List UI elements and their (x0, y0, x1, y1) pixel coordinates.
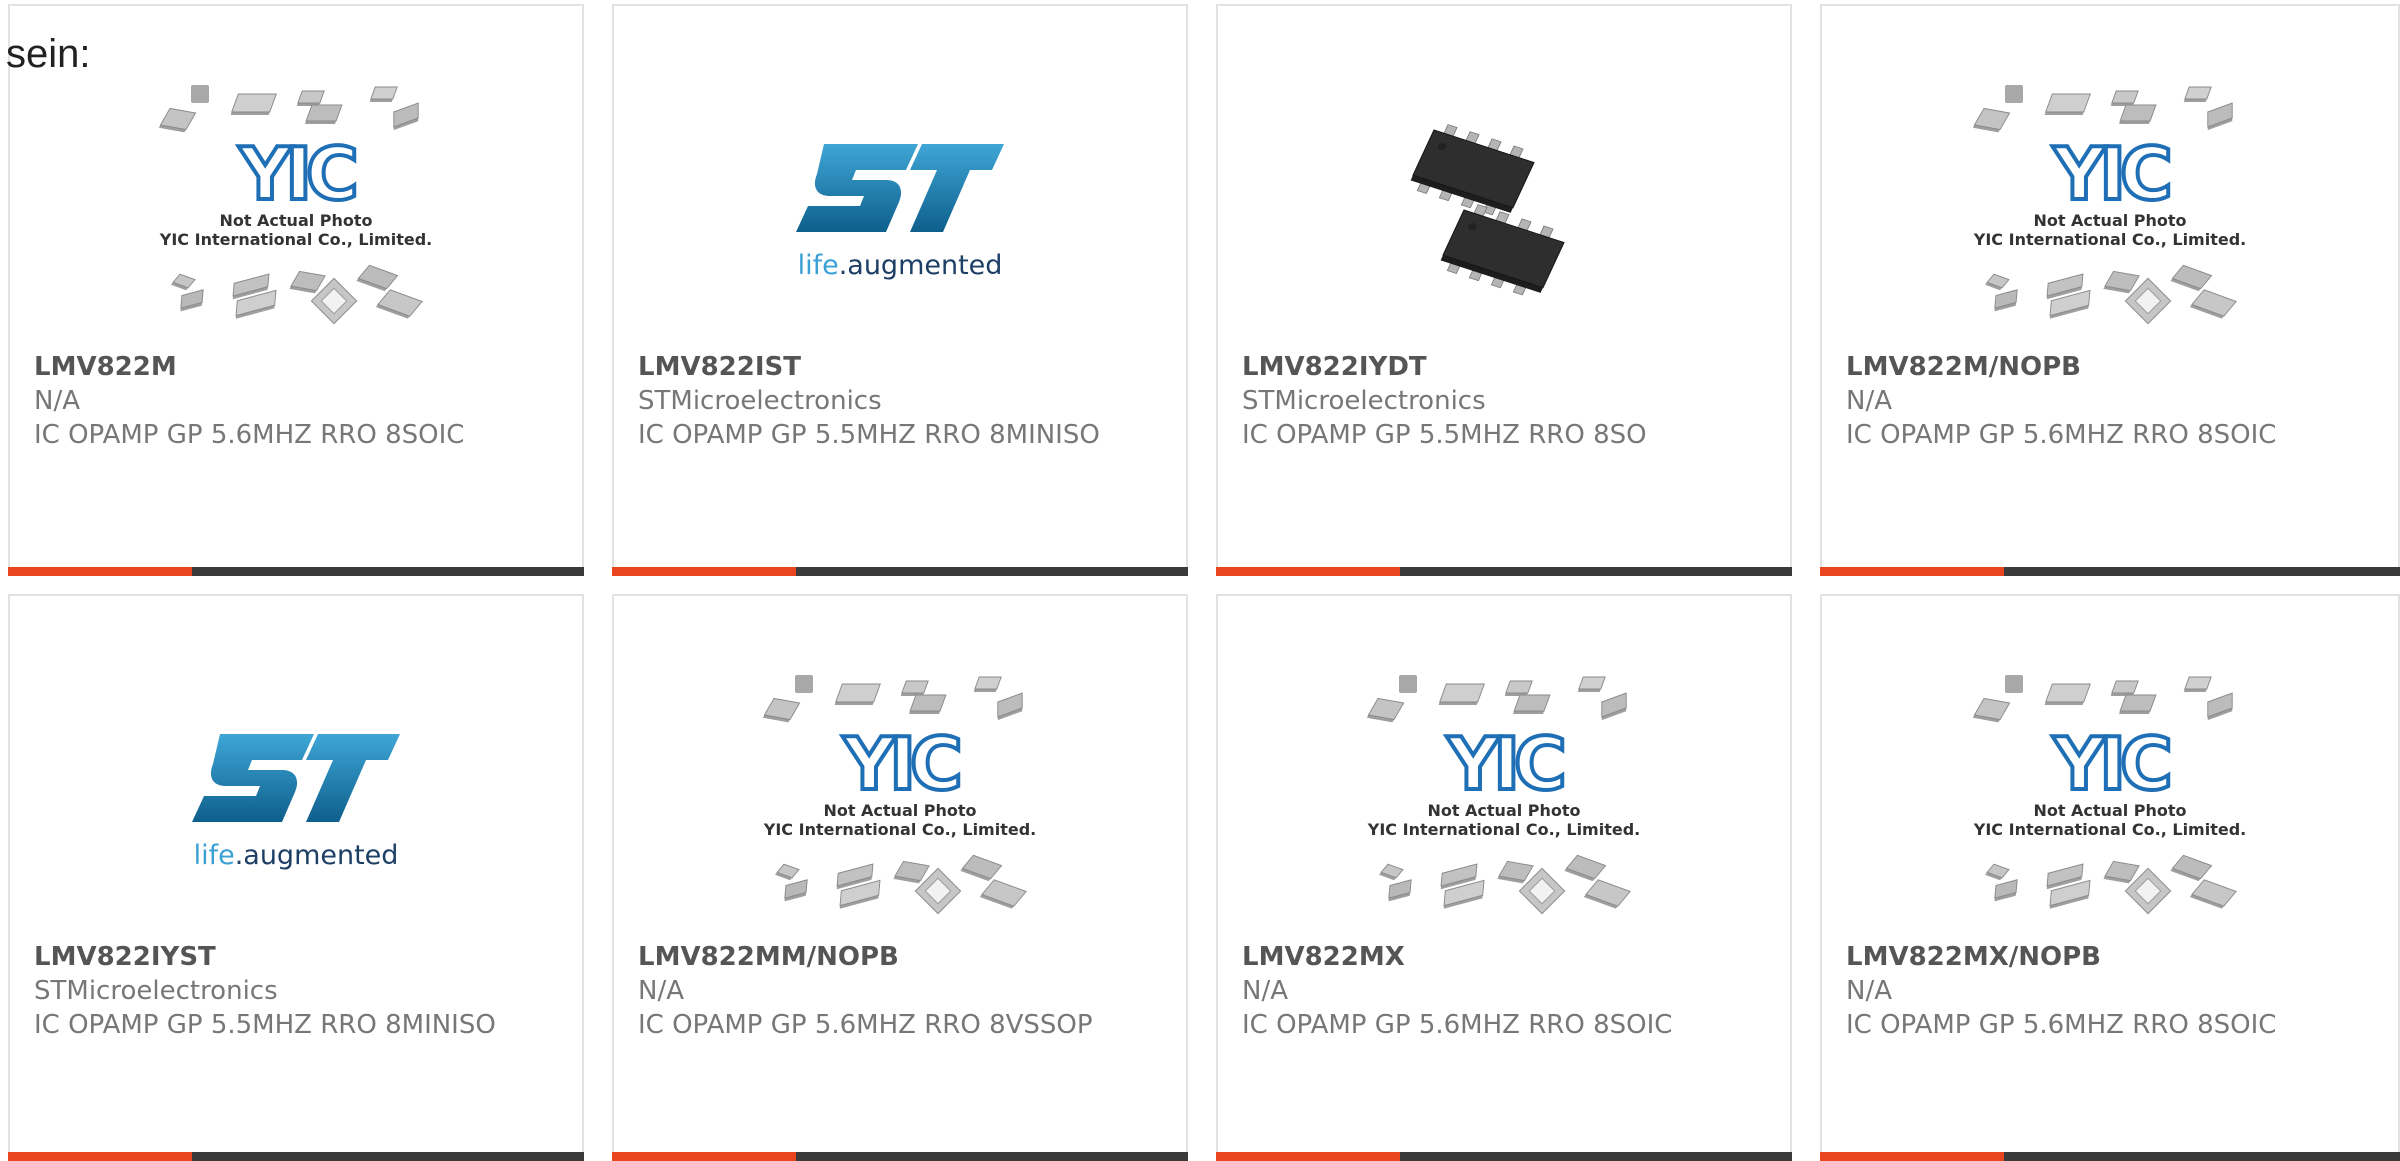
manufacturer: N/A (638, 976, 684, 1006)
part-number[interactable]: LMV822M (34, 350, 562, 384)
card-footer-bar (612, 567, 1188, 576)
yic-logo-text: YIC (842, 722, 959, 806)
card-footer-bar (1820, 567, 2400, 576)
description: IC OPAMP GP 5.6MHZ RRO 8SOIC (1846, 420, 2277, 450)
product-image: YIC Not Actual Photo YIC International Co.… (1822, 56, 2398, 356)
placeholder-line2: YIC International Co., Limited. (763, 820, 1036, 839)
manufacturer: N/A (1846, 386, 1892, 416)
placeholder-line1: Not Actual Photo (2033, 801, 2186, 820)
product-grid: YIC Not Actual Photo YIC International Co.… (0, 0, 2400, 1161)
placeholder-line1: Not Actual Photo (823, 801, 976, 820)
product-card[interactable]: life.augmented LMV822IST STMicroelectron… (612, 4, 1188, 576)
manufacturer: STMicroelectronics (34, 976, 278, 1006)
product-card[interactable]: YIC Not Actual Photo YIC International Co.… (1216, 594, 1792, 1161)
product-card[interactable]: YIC Not Actual Photo YIC International Co.… (612, 594, 1188, 1161)
yic-placeholder-icon: YICNot Actual PhotoYIC International Co.… (1973, 85, 2246, 325)
product-card[interactable]: life.augmented LMV822IYST STMicroelectro… (8, 594, 584, 1161)
part-number[interactable]: LMV822MX/NOPB (1846, 940, 2378, 974)
product-info: LMV822IYDT STMicroelectronics IC OPAMP G… (1242, 350, 1770, 452)
product-image: life.augmented (10, 646, 582, 946)
st-logo-icon: life.augmented (192, 734, 400, 871)
card-footer-bar (8, 567, 584, 576)
product-card[interactable]: YIC Not Actual Photo YIC International Co.… (8, 4, 584, 576)
st-tagline: life.augmented (194, 840, 399, 871)
description: IC OPAMP GP 5.5MHZ RRO 8MINISO (638, 420, 1100, 450)
st-tagline: life.augmented (798, 250, 1003, 281)
card-accent (612, 1152, 796, 1161)
placeholder-line2: YIC International Co., Limited. (1973, 820, 2246, 839)
card-accent (8, 567, 192, 576)
card-accent (1820, 1152, 2004, 1161)
part-number[interactable]: LMV822MX (1242, 940, 1770, 974)
card-accent (8, 1152, 192, 1161)
placeholder-line2: YIC International Co., Limited. (1973, 230, 2246, 249)
yic-placeholder-icon: YICNot Actual PhotoYIC International Co.… (1973, 675, 2246, 915)
product-card[interactable]: YIC Not Actual Photo YIC International Co.… (1820, 594, 2400, 1161)
product-card[interactable]: YIC Not Actual Photo YIC International Co.… (1820, 4, 2400, 576)
yic-placeholder-icon: YICNot Actual PhotoYIC International Co.… (763, 675, 1036, 915)
card-accent (1820, 567, 2004, 576)
product-info: LMV822MX/NOPB N/A IC OPAMP GP 5.6MHZ RRO… (1846, 940, 2378, 1042)
manufacturer: STMicroelectronics (638, 386, 882, 416)
placeholder-line1: Not Actual Photo (219, 211, 372, 230)
product-info: LMV822M N/A IC OPAMP GP 5.6MHZ RRO 8SOIC (34, 350, 562, 452)
yic-placeholder-icon: YICNot Actual PhotoYIC International Co.… (1367, 675, 1640, 915)
card-accent (1216, 567, 1400, 576)
card-footer-bar (612, 1152, 1188, 1161)
product-image: YIC Not Actual Photo YIC International Co.… (1218, 646, 1790, 946)
product-info: LMV822IST STMicroelectronics IC OPAMP GP… (638, 350, 1166, 452)
manufacturer: N/A (1242, 976, 1288, 1006)
description: IC OPAMP GP 5.5MHZ RRO 8SO (1242, 420, 1647, 450)
product-info: LMV822MM/NOPB N/A IC OPAMP GP 5.6MHZ RRO… (638, 940, 1166, 1042)
yic-placeholder-icon: YICNot Actual PhotoYIC International Co.… (159, 85, 432, 325)
description: IC OPAMP GP 5.6MHZ RRO 8SOIC (34, 420, 465, 450)
chip-photo-icon (1410, 124, 1565, 296)
placeholder-line1: Not Actual Photo (2033, 211, 2186, 230)
card-footer-bar (1820, 1152, 2400, 1161)
product-info: LMV822IYST STMicroelectronics IC OPAMP G… (34, 940, 562, 1042)
manufacturer: N/A (1846, 976, 1892, 1006)
description: IC OPAMP GP 5.6MHZ RRO 8SOIC (1242, 1010, 1673, 1040)
product-card[interactable]: LMV822IYDT STMicroelectronics IC OPAMP G… (1216, 4, 1792, 576)
yic-logo-text: YIC (2052, 722, 2169, 806)
part-number[interactable]: LMV822IST (638, 350, 1166, 384)
part-number[interactable]: LMV822IYST (34, 940, 562, 974)
placeholder-line2: YIC International Co., Limited. (159, 230, 432, 249)
product-image: YIC Not Actual Photo YIC International Co.… (1822, 646, 2398, 946)
product-info: LMV822MX N/A IC OPAMP GP 5.6MHZ RRO 8SOI… (1242, 940, 1770, 1042)
product-image (1218, 56, 1790, 356)
product-grid-page: sein: YIC Not Actual Photo YIC Internation… (0, 0, 2400, 1161)
placeholder-line1: Not Actual Photo (1427, 801, 1580, 820)
product-info: LMV822M/NOPB N/A IC OPAMP GP 5.6MHZ RRO … (1846, 350, 2378, 452)
description: IC OPAMP GP 5.6MHZ RRO 8SOIC (1846, 1010, 2277, 1040)
card-footer-bar (1216, 567, 1792, 576)
description: IC OPAMP GP 5.5MHZ RRO 8MINISO (34, 1010, 496, 1040)
card-accent (1216, 1152, 1400, 1161)
product-image: YIC Not Actual Photo YIC International Co.… (614, 646, 1186, 946)
yic-logo-text: YIC (2052, 132, 2169, 216)
manufacturer: STMicroelectronics (1242, 386, 1486, 416)
manufacturer: N/A (34, 386, 80, 416)
card-footer-bar (1216, 1152, 1792, 1161)
st-logo-icon: life.augmented (796, 144, 1004, 281)
yic-logo-text: YIC (238, 132, 355, 216)
intro-text: sein: (6, 32, 91, 76)
product-image: YIC Not Actual Photo YIC International Co.… (10, 56, 582, 356)
part-number[interactable]: LMV822IYDT (1242, 350, 1770, 384)
yic-logo-text: YIC (1446, 722, 1563, 806)
card-footer-bar (8, 1152, 584, 1161)
part-number[interactable]: LMV822M/NOPB (1846, 350, 2378, 384)
placeholder-line2: YIC International Co., Limited. (1367, 820, 1640, 839)
part-number[interactable]: LMV822MM/NOPB (638, 940, 1166, 974)
description: IC OPAMP GP 5.6MHZ RRO 8VSSOP (638, 1010, 1093, 1040)
product-image: life.augmented (614, 56, 1186, 356)
card-accent (612, 567, 796, 576)
